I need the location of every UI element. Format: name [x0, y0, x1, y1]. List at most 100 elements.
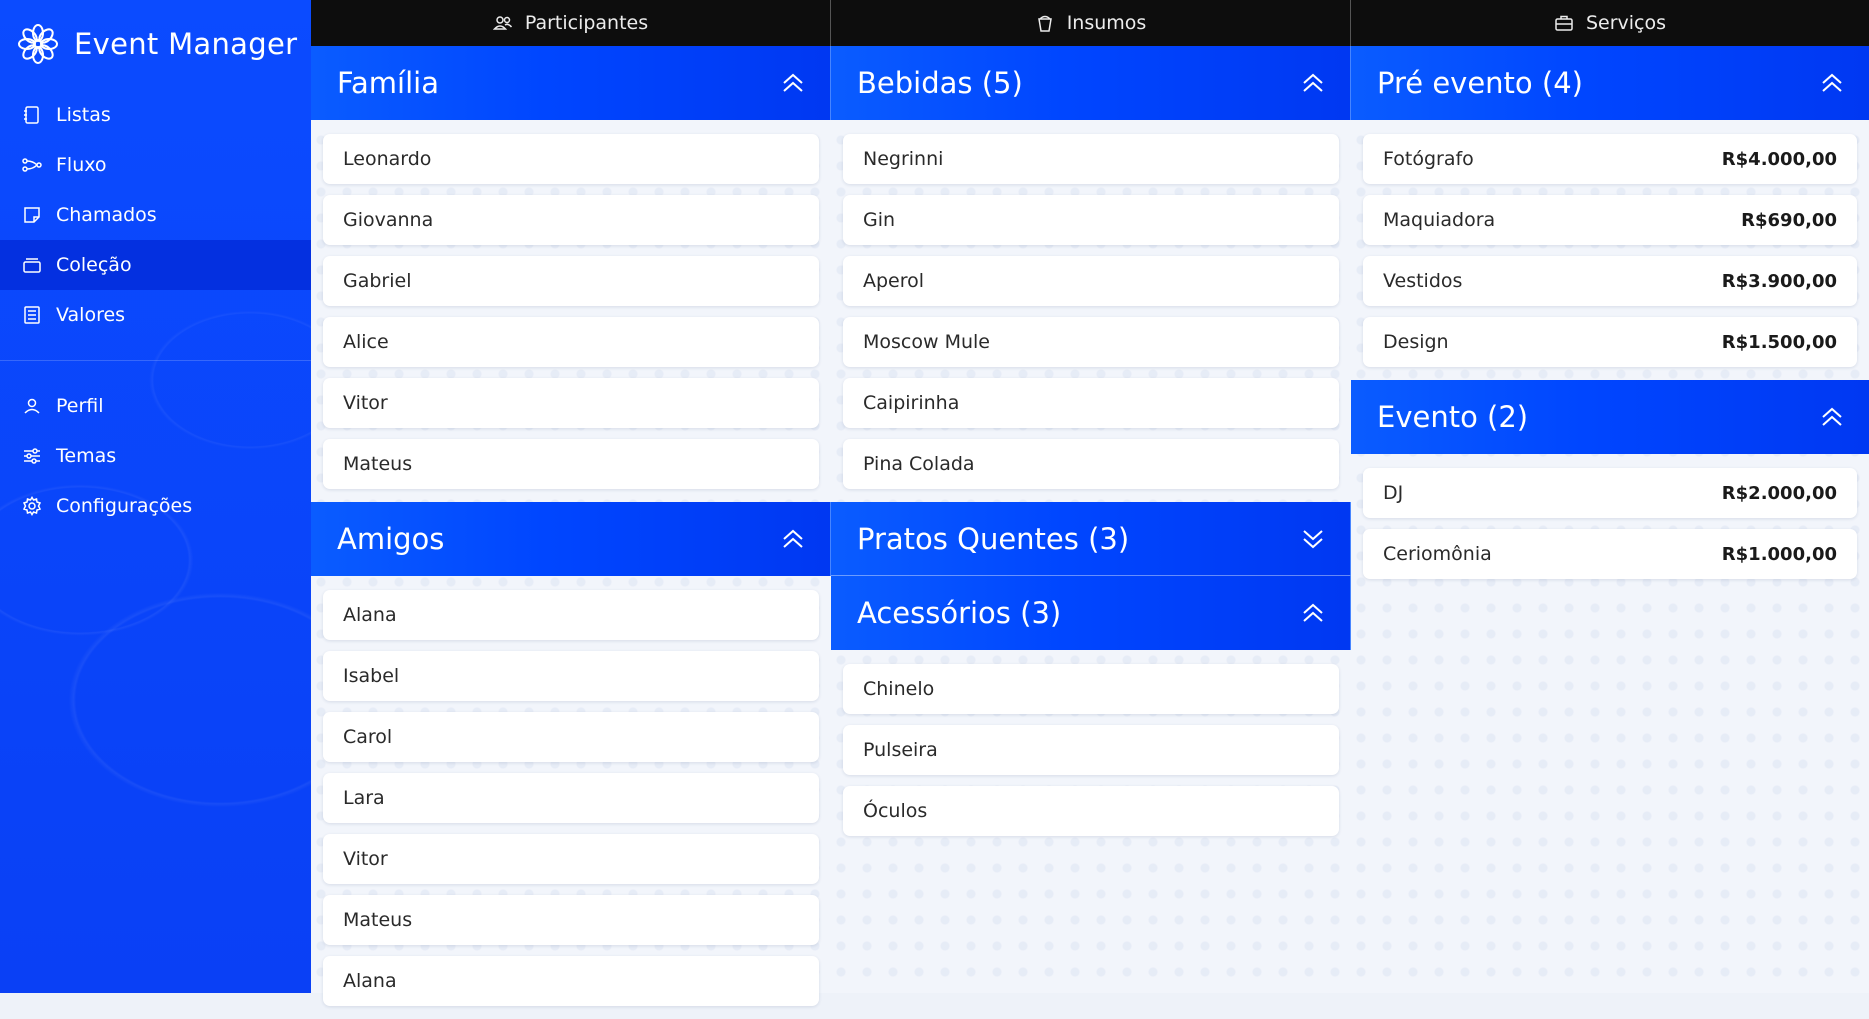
section-header-evento[interactable]: Evento (2) [1351, 380, 1869, 454]
list-item[interactable]: Lara [323, 773, 819, 823]
chevron-double-up-icon [1822, 73, 1842, 92]
list-item[interactable]: Caipirinha [843, 378, 1339, 428]
column-participantes: Família Leonardo Giovanna Gabriel Alice … [311, 46, 831, 1019]
list-pre-evento: Fotógrafo R$4.000,00 Maquiadora R$690,00 V… [1351, 120, 1869, 380]
item-label: Alana [343, 604, 397, 626]
service-row[interactable]: Maquiadora R$690,00 [1363, 195, 1857, 245]
list-item[interactable]: Negrinni [843, 134, 1339, 184]
list-item[interactable]: Gabriel [323, 256, 819, 306]
service-price: R$690,00 [1741, 209, 1837, 231]
gear-icon [22, 496, 42, 516]
nav-label: Valores [56, 304, 126, 326]
list-item[interactable]: Vitor [323, 378, 819, 428]
list-item[interactable]: Alana [323, 590, 819, 640]
list-evento: DJ R$2.000,00 Ceriomônia R$1.000,00 [1351, 454, 1869, 592]
section-header-pratos-quentes[interactable]: Pratos Quentes (3) [831, 502, 1351, 576]
service-name: Fotógrafo [1383, 148, 1474, 170]
item-label: Pulseira [863, 739, 938, 761]
list-item[interactable]: Pina Colada [843, 439, 1339, 489]
item-label: Chinelo [863, 678, 935, 700]
cup-icon [1037, 15, 1052, 32]
list-familia: Leonardo Giovanna Gabriel Alice Vitor Ma… [311, 120, 831, 502]
nav-label: Coleção [56, 254, 132, 276]
nav-item-valores[interactable]: Valores [0, 290, 311, 340]
service-name: Maquiadora [1383, 209, 1496, 231]
service-row[interactable]: Vestidos R$3.900,00 [1363, 256, 1857, 306]
item-label: Mateus [343, 453, 413, 475]
nav-item-configuracoes[interactable]: Configurações [0, 481, 311, 531]
section-title: Amigos [337, 522, 445, 556]
section-title: Pré evento (4) [1377, 66, 1583, 100]
section-header-pre-evento[interactable]: Pré evento (4) [1351, 46, 1869, 120]
section-header-acessorios[interactable]: Acessórios (3) [831, 576, 1351, 650]
item-label: Carol [343, 726, 393, 748]
item-label: Vitor [343, 392, 388, 414]
list-item[interactable]: Pulseira [843, 725, 1339, 775]
list-item[interactable]: Leonardo [323, 134, 819, 184]
list-item[interactable]: Óculos [843, 786, 1339, 836]
brand[interactable]: Event Manager [0, 0, 311, 88]
section-header-familia[interactable]: Família [311, 46, 831, 120]
nav-item-chamados[interactable]: Chamados [0, 190, 311, 240]
service-row[interactable]: Ceriomônia R$1.000,00 [1363, 529, 1857, 579]
tab-label: Serviços [1585, 12, 1667, 34]
section-header-amigos[interactable]: Amigos [311, 502, 831, 576]
nav-item-colecao[interactable]: Coleção [0, 240, 311, 290]
tab-insumos[interactable]: Insumos [831, 0, 1351, 46]
nav-item-fluxo[interactable]: Fluxo [0, 140, 311, 190]
people-icon [492, 16, 512, 30]
list-item[interactable]: Mateus [323, 439, 819, 489]
list-item[interactable]: Alice [323, 317, 819, 367]
list-item[interactable]: Isabel [323, 651, 819, 701]
service-row[interactable]: Design R$1.500,00 [1363, 317, 1857, 367]
nav-item-perfil[interactable]: Perfil [0, 381, 311, 431]
list-item[interactable]: Vitor [323, 834, 819, 884]
column-insumos: Bebidas (5) Negrinni Gin Aperol Moscow M… [831, 46, 1351, 849]
sidebar: Event Manager Listas Fluxo Chamados Cole… [0, 0, 311, 993]
tab-servicos[interactable]: Serviços [1351, 0, 1869, 46]
flower-logo-icon [18, 24, 58, 64]
service-row[interactable]: Fotógrafo R$4.000,00 [1363, 134, 1857, 184]
list-item[interactable]: Mateus [323, 895, 819, 945]
list-item[interactable]: Giovanna [323, 195, 819, 245]
user-icon [24, 398, 40, 414]
item-label: Alice [343, 331, 389, 353]
top-tabs: Participantes Insumos Serviços [311, 0, 1869, 46]
list-item[interactable]: Alana [323, 956, 819, 1006]
note-icon [24, 207, 40, 223]
tab-participantes[interactable]: Participantes [311, 0, 831, 46]
chevron-double-up-icon [1303, 603, 1323, 622]
item-label: Leonardo [343, 148, 432, 170]
item-label: Caipirinha [863, 392, 960, 414]
list-item[interactable]: Aperol [843, 256, 1339, 306]
flow-icon [22, 158, 42, 172]
section-title: Pratos Quentes (3) [857, 521, 1130, 556]
list-item[interactable]: Carol [323, 712, 819, 762]
nav-label: Perfil [56, 395, 104, 417]
item-label: Gin [863, 209, 896, 231]
list-acessorios: Chinelo Pulseira Óculos [831, 650, 1351, 849]
nav-item-listas[interactable]: Listas [0, 90, 311, 140]
item-label: Isabel [343, 665, 400, 687]
tab-label: Insumos [1066, 12, 1147, 34]
nav-label: Temas [56, 445, 117, 467]
item-label: Óculos [863, 800, 928, 822]
list-item[interactable]: Chinelo [843, 664, 1339, 714]
service-row[interactable]: DJ R$2.000,00 [1363, 468, 1857, 518]
nav-label: Chamados [56, 204, 157, 226]
sliders-icon [24, 448, 40, 464]
item-label: Gabriel [343, 270, 412, 292]
nav-label: Listas [56, 104, 111, 126]
nav-label: Configurações [56, 495, 193, 517]
nav-item-temas[interactable]: Temas [0, 431, 311, 481]
service-price: R$1.500,00 [1721, 331, 1837, 353]
section-title: Acessórios (3) [857, 596, 1062, 630]
section-header-bebidas[interactable]: Bebidas (5) [831, 46, 1351, 120]
section-title: Evento (2) [1377, 400, 1529, 434]
list-item[interactable]: Moscow Mule [843, 317, 1339, 367]
collection-icon [23, 258, 41, 273]
section-title: Bebidas (5) [857, 66, 1023, 100]
chevron-double-up-icon [1822, 407, 1842, 426]
list-item[interactable]: Gin [843, 195, 1339, 245]
section-title: Família [337, 66, 439, 100]
